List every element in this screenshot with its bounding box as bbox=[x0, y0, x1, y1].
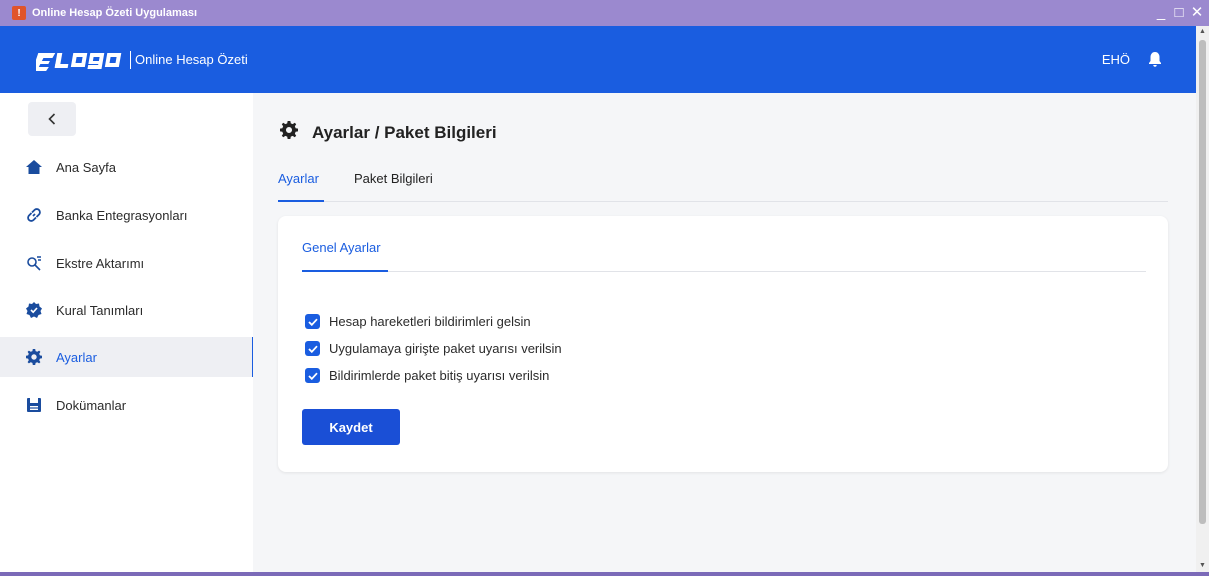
app-header: Online Hesap Özeti EHÖ bbox=[0, 26, 1196, 93]
user-initials[interactable]: EHÖ bbox=[1102, 52, 1130, 67]
settings-card: Genel Ayarlar Hesap hareketleri bildirim… bbox=[278, 216, 1168, 472]
window-title: Online Hesap Özeti Uygulaması bbox=[32, 7, 198, 19]
close-button[interactable]: ✕ bbox=[1189, 3, 1205, 23]
minimize-button[interactable]: _ bbox=[1153, 3, 1169, 23]
sidebar-item-label: Ekstre Aktarımı bbox=[56, 255, 145, 271]
page-title-text: Ayarlar / Paket Bilgileri bbox=[312, 122, 497, 142]
checkbox-hesap-hareketleri[interactable] bbox=[305, 314, 320, 329]
bell-icon[interactable] bbox=[1148, 52, 1162, 67]
document-icon bbox=[26, 397, 42, 413]
sidebar-item-ayarlar[interactable]: Ayarlar bbox=[0, 337, 254, 377]
gear-icon bbox=[280, 121, 298, 144]
main-content: Ayarlar / Paket Bilgileri Ayarlar Paket … bbox=[253, 93, 1196, 572]
check-icon bbox=[307, 372, 318, 380]
sidebar-item-banka-entegrasyonlari[interactable]: Banka Entegrasyonları bbox=[0, 195, 253, 235]
window-titlebar: ! Online Hesap Özeti Uygulaması _ □ ✕ bbox=[0, 0, 1209, 26]
badge-check-icon bbox=[26, 302, 42, 318]
app-icon: ! bbox=[12, 6, 26, 20]
app-name: Online Hesap Özeti bbox=[135, 52, 248, 67]
logo-divider bbox=[130, 50, 131, 69]
sidebar-item-label: Ana Sayfa bbox=[56, 159, 116, 175]
sidebar-item-dokumanlar[interactable]: Dokümanlar bbox=[0, 385, 253, 425]
tab-paket-bilgileri[interactable]: Paket Bilgileri bbox=[354, 171, 433, 186]
page-tabs: Ayarlar Paket Bilgileri bbox=[278, 161, 1168, 202]
checkbox-label: Uygulamaya girişte paket uyarısı verilsi… bbox=[329, 341, 562, 356]
sidebar: Ana Sayfa Banka Entegrasyonları Ekstre A… bbox=[0, 93, 254, 572]
collapse-sidebar-button[interactable] bbox=[28, 102, 76, 136]
logo[interactable]: Online Hesap Özeti bbox=[36, 49, 248, 71]
scroll-up-icon[interactable]: ▲ bbox=[1196, 26, 1209, 38]
tab-ayarlar[interactable]: Ayarlar bbox=[278, 171, 319, 186]
tab-label: Ayarlar bbox=[278, 171, 319, 186]
sidebar-item-label: Banka Entegrasyonları bbox=[56, 207, 188, 223]
checkbox-paket-bitis[interactable] bbox=[305, 368, 320, 383]
sidebar-item-ana-sayfa[interactable]: Ana Sayfa bbox=[0, 147, 253, 187]
sidebar-item-ekstre-aktarimi[interactable]: Ekstre Aktarımı bbox=[0, 243, 253, 283]
gear-icon bbox=[26, 349, 42, 365]
card-tabs: Genel Ayarlar bbox=[302, 240, 1146, 272]
check-icon bbox=[307, 345, 318, 353]
sidebar-item-label: Kural Tanımları bbox=[56, 302, 144, 318]
checkbox-paket-uyarisi[interactable] bbox=[305, 341, 320, 356]
window-controls: _ □ ✕ bbox=[1153, 3, 1205, 23]
tab-genel-ayarlar[interactable]: Genel Ayarlar bbox=[302, 240, 381, 255]
transfer-icon bbox=[26, 255, 42, 271]
sidebar-item-label: Ayarlar bbox=[56, 349, 97, 365]
chevron-left-icon bbox=[48, 113, 56, 125]
check-icon bbox=[307, 318, 318, 326]
link-icon bbox=[26, 207, 42, 223]
sidebar-item-kural-tanimlari[interactable]: Kural Tanımları bbox=[0, 290, 253, 330]
header-right: EHÖ bbox=[1102, 52, 1162, 67]
scrollbar-thumb[interactable] bbox=[1199, 40, 1206, 524]
elogo-logo bbox=[36, 52, 122, 71]
sidebar-item-label: Dokümanlar bbox=[56, 397, 127, 413]
tab-label: Paket Bilgileri bbox=[354, 171, 433, 186]
checkbox-label: Hesap hareketleri bildirimleri gelsin bbox=[329, 314, 531, 329]
active-card-tab-indicator bbox=[302, 270, 388, 272]
maximize-button[interactable]: □ bbox=[1171, 3, 1187, 23]
page-title: Ayarlar / Paket Bilgileri bbox=[280, 121, 497, 144]
home-icon bbox=[26, 159, 42, 175]
checkbox-row-paket-bitis[interactable]: Bildirimlerde paket bitiş uyarısı verils… bbox=[305, 368, 549, 383]
checkbox-label: Bildirimlerde paket bitiş uyarısı verils… bbox=[329, 368, 550, 383]
scroll-down-icon[interactable]: ▼ bbox=[1196, 560, 1209, 572]
tab-label: Genel Ayarlar bbox=[302, 240, 381, 255]
vertical-scrollbar[interactable]: ▲ ▼ bbox=[1196, 26, 1209, 572]
checkbox-row-hesap-hareketleri[interactable]: Hesap hareketleri bildirimleri gelsin bbox=[305, 314, 531, 329]
active-tab-indicator bbox=[278, 200, 324, 202]
window-bottom-border bbox=[0, 572, 1209, 576]
save-button[interactable]: Kaydet bbox=[302, 409, 400, 445]
checkbox-row-paket-uyarisi[interactable]: Uygulamaya girişte paket uyarısı verilsi… bbox=[305, 341, 562, 356]
